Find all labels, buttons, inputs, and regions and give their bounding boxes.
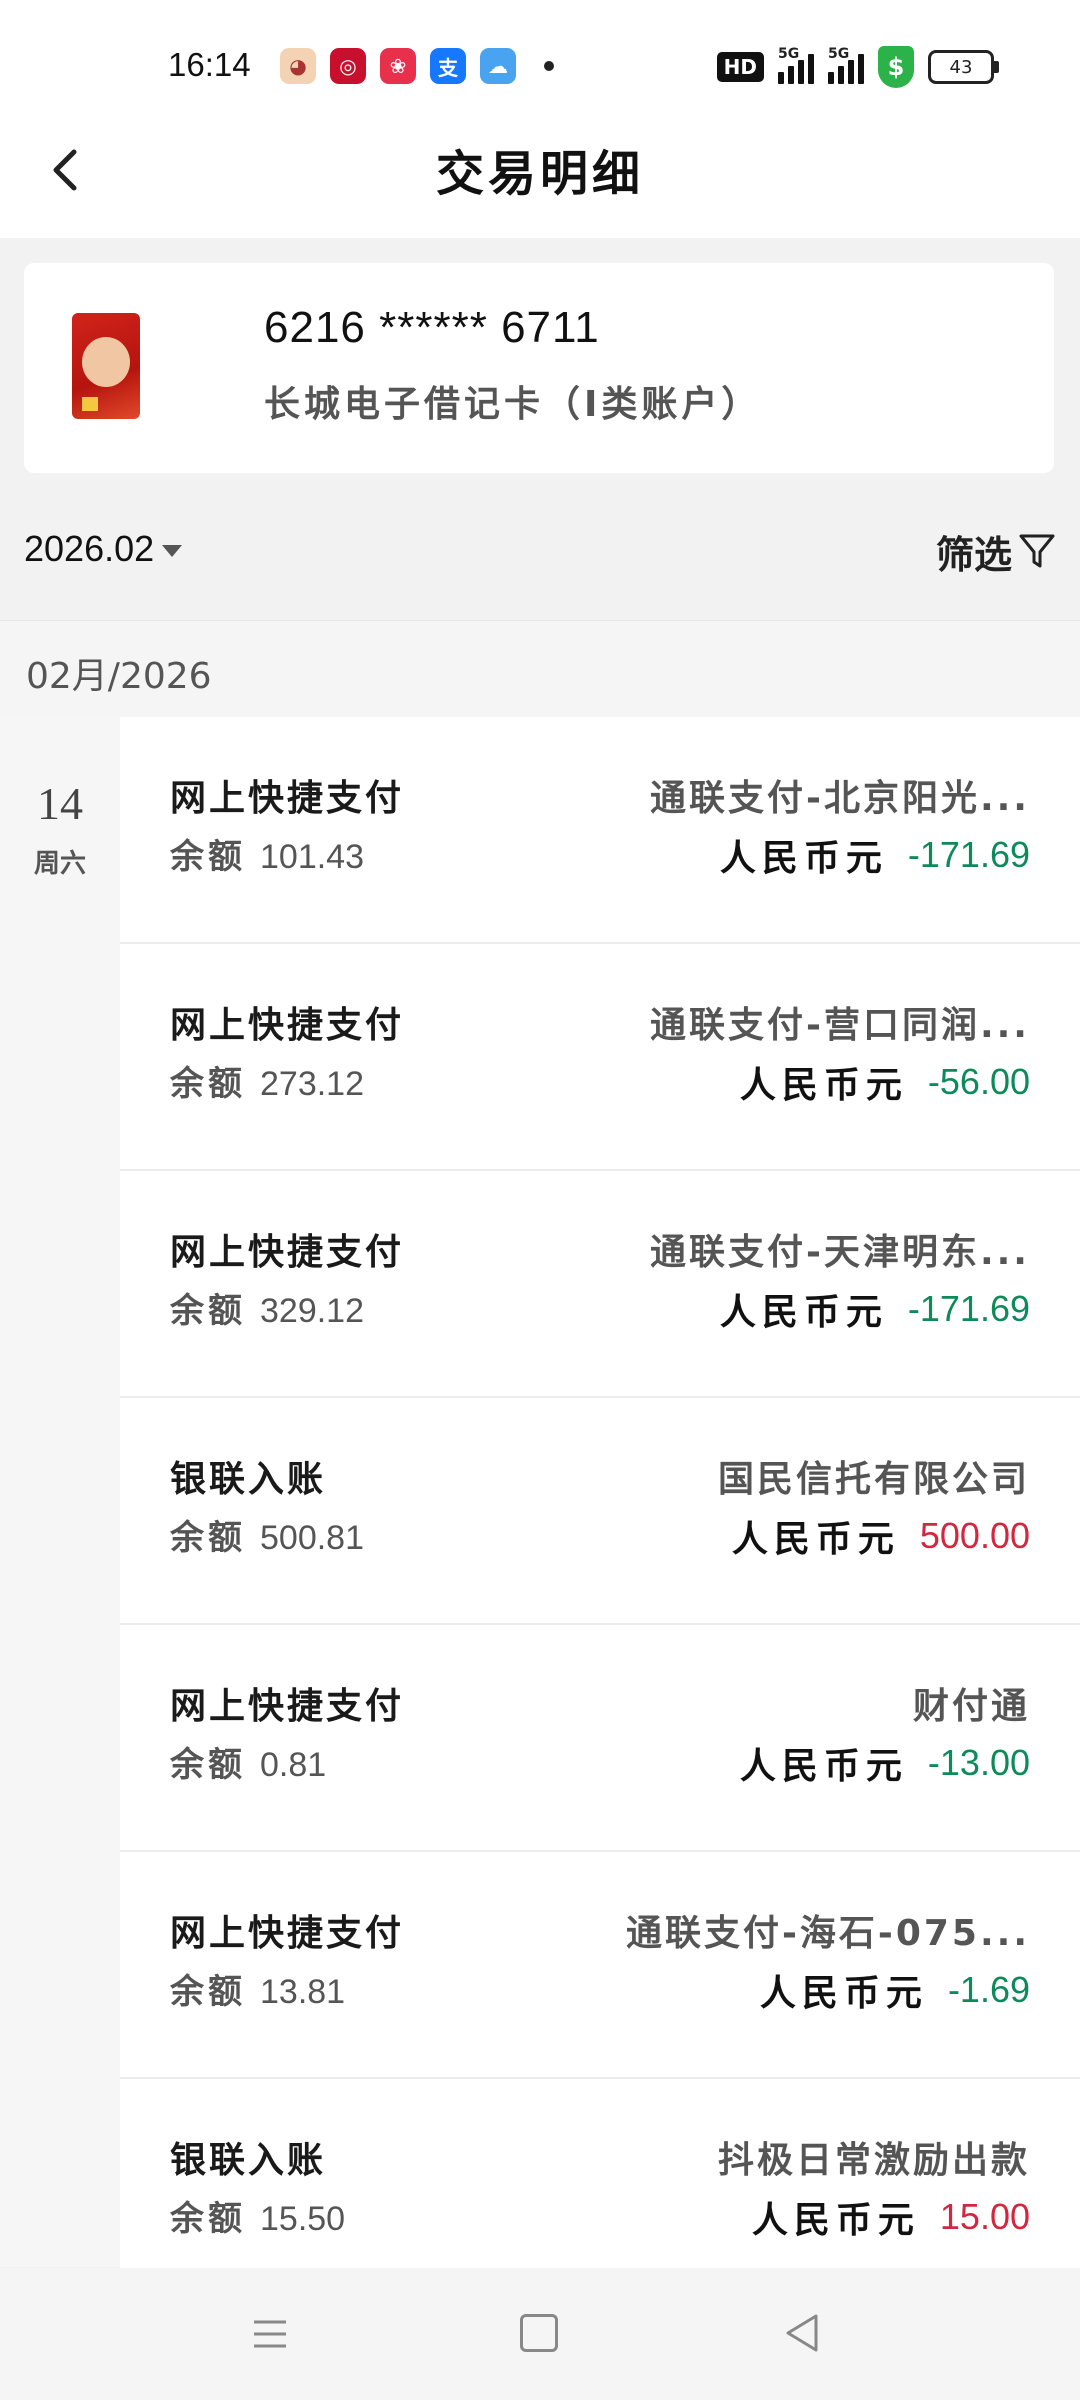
- weather-icon: ☁: [480, 48, 516, 84]
- transaction-amount: 人民币元 15.00: [751, 2196, 1030, 2241]
- transaction-merchant: 财付通: [912, 1686, 1030, 1727]
- transaction-balance: 余额 15.50: [170, 2199, 346, 2239]
- page-title: 交易明细: [435, 146, 644, 202]
- filter-icon: [1019, 534, 1055, 567]
- transaction-row[interactable]: 网上快捷支付 余额 0.81 财付通 人民币元 -13.00: [120, 1625, 1080, 1852]
- notification-icons: ◕ ◎ ❀ 支 ☁: [280, 48, 554, 84]
- transaction-type: 网上快捷支付: [170, 778, 405, 819]
- system-nav-bar: [0, 2268, 1080, 2400]
- month-header-label: 02月/2026: [26, 656, 212, 697]
- transaction-balance: 余额 273.12: [170, 1064, 364, 1104]
- date-day: 14: [37, 778, 83, 829]
- transaction-amount: 人民币元 500.00: [731, 1515, 1030, 1560]
- transaction-amount: 人民币元 -171.69: [719, 834, 1030, 879]
- signal-icon: 5G: [778, 46, 814, 84]
- transaction-balance: 余额 101.43: [170, 837, 364, 877]
- signal-icon: 5G: [828, 46, 864, 84]
- page-header: 交易明细: [0, 100, 1080, 238]
- transaction-amount: 人民币元 -13.00: [739, 1742, 1030, 1787]
- app-notification-icon: ◕: [280, 48, 316, 84]
- bank-app-icon: ◎: [330, 48, 366, 84]
- app-notification-icon: ❀: [380, 48, 416, 84]
- transaction-merchant: 通联支付-天津明东...: [650, 1232, 1030, 1273]
- security-shield-icon: $: [878, 46, 914, 88]
- caret-down-icon: [162, 545, 183, 557]
- transaction-amount: 人民币元 -1.69: [759, 1969, 1030, 2014]
- month-value: 2026.02: [24, 528, 155, 569]
- card-number: 6216 ****** 6711: [264, 303, 600, 352]
- nav-back-icon[interactable]: [782, 2312, 822, 2354]
- transaction-row[interactable]: 网上快捷支付 余额 273.12 通联支付-营口同润... 人民币元 -56.00: [120, 944, 1080, 1171]
- date-column: 14 周六: [0, 717, 120, 2267]
- month-selector[interactable]: 2026.02: [24, 528, 183, 570]
- transaction-type: 网上快捷支付: [170, 1913, 405, 1954]
- system-icons: HD 5G 5G $ 43: [716, 46, 999, 88]
- transaction-type: 网上快捷支付: [170, 1005, 405, 1046]
- transaction-type: 银联入账: [170, 2140, 327, 2181]
- transaction-merchant: 抖极日常激励出款: [717, 2140, 1030, 2181]
- filter-button[interactable]: 筛选: [936, 524, 1056, 579]
- transaction-merchant: 通联支付-北京阳光...: [650, 778, 1030, 819]
- transaction-type: 网上快捷支付: [170, 1686, 405, 1727]
- battery-icon: 43: [928, 50, 999, 84]
- transaction-row[interactable]: 银联入账 余额 500.81 国民信托有限公司 人民币元 500.00: [120, 1398, 1080, 1625]
- transaction-type: 银联入账: [170, 1459, 327, 1500]
- transaction-balance: 余额 500.81: [170, 1518, 364, 1558]
- card-name: 长城电子借记卡（I类账户）: [264, 384, 762, 425]
- alipay-icon: 支: [430, 48, 466, 84]
- menu-icon[interactable]: [250, 2314, 290, 2354]
- hd-voice-icon: HD: [716, 52, 764, 82]
- transaction-row[interactable]: 网上快捷支付 余额 329.12 通联支付-天津明东... 人民币元 -171.69: [120, 1171, 1080, 1398]
- transaction-balance: 余额 13.81: [170, 1972, 346, 2012]
- transaction-merchant: 通联支付-海石-075...: [625, 1913, 1030, 1954]
- battery-level: 43: [949, 56, 973, 78]
- card-image: [72, 313, 140, 419]
- date-weekday: 周六: [33, 849, 86, 879]
- transaction-balance: 余额 329.12: [170, 1291, 364, 1331]
- transaction-balance: 余额 0.81: [170, 1745, 327, 1785]
- transaction-rows: 网上快捷支付 余额 101.43 通联支付-北京阳光... 人民币元 -171.69…: [120, 717, 1080, 2306]
- filter-label: 筛选: [935, 533, 1012, 577]
- transaction-type: 网上快捷支付: [170, 1232, 405, 1273]
- status-time: 16:14: [168, 46, 251, 83]
- transaction-row[interactable]: 网上快捷支付 余额 101.43 通联支付-北京阳光... 人民币元 -171.69: [120, 717, 1080, 944]
- transaction-merchant: 通联支付-营口同润...: [650, 1005, 1030, 1046]
- account-card[interactable]: 6216 ****** 6711 长城电子借记卡（I类账户）: [24, 263, 1054, 473]
- transaction-merchant: 国民信托有限公司: [717, 1459, 1030, 1500]
- transaction-list: 14 周六 网上快捷支付 余额 101.43 通联支付-北京阳光... 人民币元 -…: [0, 717, 1080, 2306]
- month-header: 02月/2026: [0, 620, 1080, 718]
- more-notifications-dot: [544, 61, 554, 71]
- transaction-amount: 人民币元 -56.00: [739, 1061, 1030, 1106]
- home-icon[interactable]: [520, 2314, 558, 2352]
- transaction-amount: 人民币元 -171.69: [719, 1288, 1030, 1333]
- transaction-row[interactable]: 网上快捷支付 余额 13.81 通联支付-海石-075... 人民币元 -1.69: [120, 1852, 1080, 2079]
